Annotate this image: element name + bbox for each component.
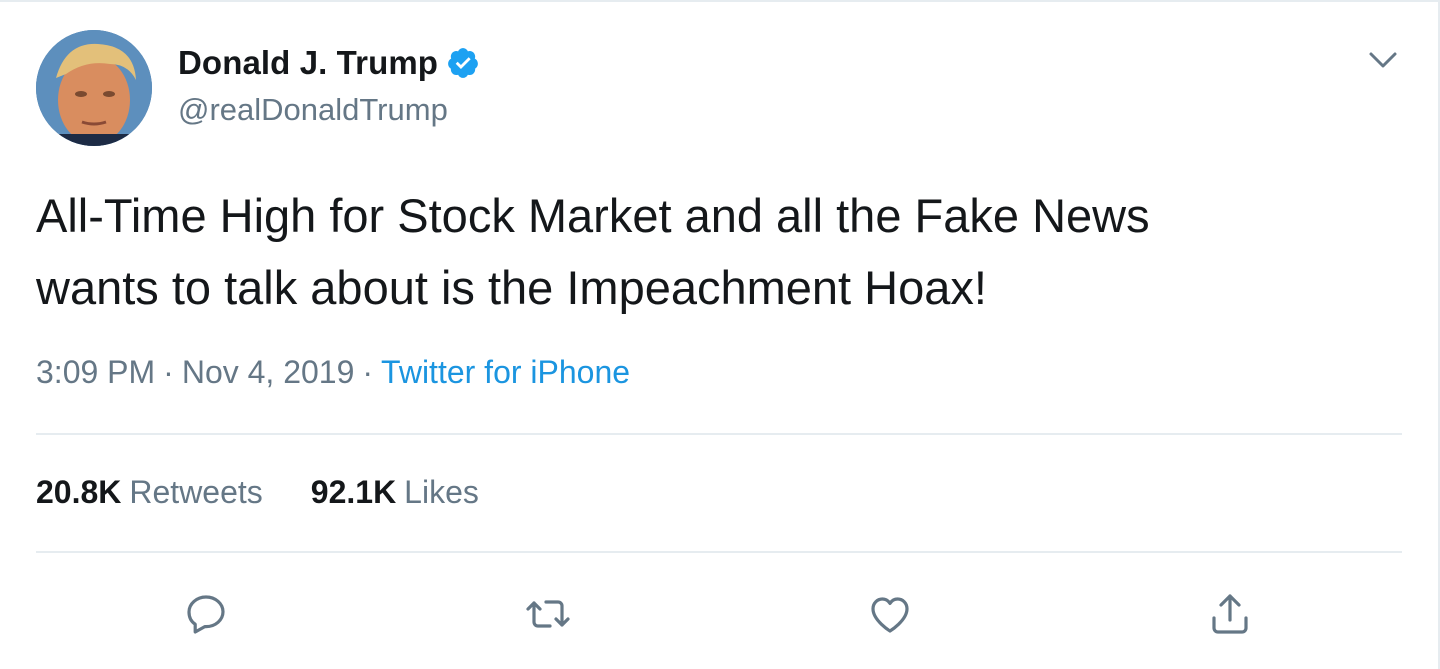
tweet-source-link[interactable]: Twitter for iPhone bbox=[381, 354, 630, 391]
display-name-row: Donald J. Trump bbox=[178, 44, 480, 82]
tweet-meta: 3:09 PM · Nov 4, 2019 · Twitter for iPho… bbox=[36, 354, 630, 391]
avatar[interactable] bbox=[36, 30, 152, 146]
display-name[interactable]: Donald J. Trump bbox=[178, 44, 438, 82]
retweets-stat[interactable]: 20.8K Retweets bbox=[36, 474, 263, 511]
retweets-count: 20.8K bbox=[36, 474, 122, 510]
divider bbox=[36, 551, 1402, 553]
verified-badge-icon bbox=[446, 46, 480, 80]
likes-stat[interactable]: 92.1K Likes bbox=[311, 474, 479, 511]
meta-separator: · bbox=[362, 354, 374, 390]
likes-count: 92.1K bbox=[310, 474, 397, 510]
tweet-card: Donald J. Trump @realDonaldTrump All-Tim… bbox=[0, 0, 1440, 669]
meta-separator: · bbox=[163, 354, 174, 390]
divider bbox=[36, 433, 1402, 435]
share-icon[interactable] bbox=[1206, 590, 1254, 638]
retweet-icon[interactable] bbox=[524, 590, 572, 638]
heart-icon[interactable] bbox=[866, 590, 914, 638]
profile-photo-icon bbox=[36, 30, 152, 146]
tweet-time[interactable]: 3:09 PM bbox=[36, 354, 155, 391]
chevron-down-icon[interactable] bbox=[1365, 46, 1401, 74]
retweets-label: Retweets bbox=[129, 474, 263, 510]
likes-label: Likes bbox=[404, 474, 479, 510]
tweet-stats: 20.8K Retweets 92.1K Likes bbox=[36, 474, 527, 511]
reply-icon[interactable] bbox=[182, 590, 230, 638]
tweet-date[interactable]: Nov 4, 2019 bbox=[182, 354, 355, 391]
tweet-text: All-Time High for Stock Market and all t… bbox=[36, 189, 1150, 314]
user-handle[interactable]: @realDonaldTrump bbox=[178, 92, 448, 128]
